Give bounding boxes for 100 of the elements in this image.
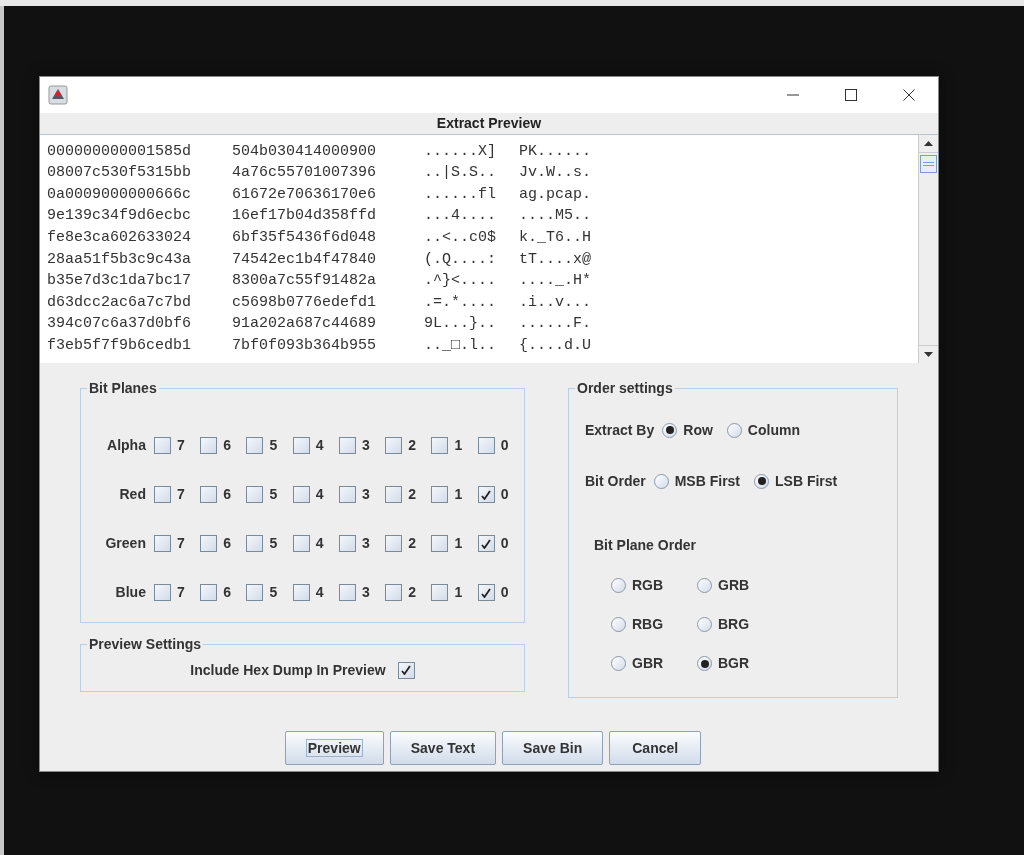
radio-label: RGB <box>632 576 664 595</box>
radio-button[interactable] <box>726 422 742 438</box>
radio-label: MSB First <box>674 471 741 491</box>
bit-label: 3 <box>361 583 370 602</box>
checkbox[interactable] <box>153 535 171 552</box>
checkbox[interactable] <box>431 437 449 454</box>
bit-label: 3 <box>361 534 370 553</box>
dialog-button[interactable]: Preview <box>284 731 384 765</box>
checkbox[interactable] <box>246 486 264 503</box>
checkbox[interactable] <box>338 486 356 503</box>
up-triangle-icon <box>924 141 933 146</box>
checkbox[interactable] <box>477 486 495 503</box>
bit-label: 4 <box>315 485 324 504</box>
ascii-text: ...4.... <box>424 206 497 227</box>
setting-label: Extract By <box>585 420 655 440</box>
checkbox[interactable] <box>385 486 403 503</box>
bit-label: 1 <box>454 534 463 553</box>
radio-label: RBG <box>632 615 664 634</box>
checkbox[interactable] <box>200 437 218 454</box>
radio-button[interactable] <box>697 656 712 671</box>
checkbox[interactable] <box>246 437 264 454</box>
ascii-text: (.Q....: <box>424 249 497 270</box>
checkbox[interactable] <box>338 535 356 552</box>
bit-label: 7 <box>176 485 185 504</box>
radio-button[interactable] <box>611 656 626 671</box>
channel-label: Green <box>104 534 147 553</box>
radio-button[interactable] <box>697 578 712 593</box>
hex-text: b35e7d3c1da7bc17 <box>47 271 193 292</box>
checkbox[interactable] <box>385 584 403 601</box>
checkbox[interactable] <box>200 486 218 503</box>
checkbox[interactable] <box>477 535 495 552</box>
ascii-text: PK...... <box>519 141 591 162</box>
radio-button[interactable] <box>697 617 712 632</box>
checkbox[interactable] <box>431 584 449 601</box>
scroll-thumb[interactable] <box>920 155 937 173</box>
ascii-text: .^}<.... <box>424 271 497 292</box>
checkbox[interactable] <box>431 486 449 503</box>
checkbox[interactable] <box>246 535 264 552</box>
checkbox[interactable] <box>397 661 415 679</box>
radio-button[interactable] <box>662 422 678 438</box>
app-icon <box>48 85 68 105</box>
ascii-text: .i..v... <box>519 292 591 313</box>
bit-label: 2 <box>408 485 416 504</box>
ascii-text: ......X] <box>424 141 497 162</box>
channel-label: Red <box>118 485 147 504</box>
radio-button[interactable] <box>611 617 626 632</box>
bit-label: 2 <box>408 583 416 602</box>
setting-label: Bit Plane Order <box>594 537 696 553</box>
hex-text: 9e139c34f9d6ecbc <box>47 206 193 227</box>
checkbox[interactable] <box>292 535 310 552</box>
bit-label: 6 <box>223 485 231 504</box>
checkbox[interactable] <box>153 437 171 454</box>
checkbox[interactable] <box>292 584 310 601</box>
bit-label: 7 <box>176 436 185 455</box>
bit-label: 2 <box>408 534 416 553</box>
check-icon <box>481 587 492 598</box>
checkbox[interactable] <box>338 437 356 454</box>
dialog-button[interactable]: Save Text <box>389 731 497 765</box>
dialog-heading: Extract Preview <box>436 114 542 133</box>
ascii-text: .._□.l.. <box>424 335 497 356</box>
radio-button[interactable] <box>611 578 626 593</box>
bit-label: 7 <box>176 534 185 553</box>
bit-label: 0 <box>500 485 509 504</box>
checkbox[interactable] <box>477 584 495 601</box>
checkbox[interactable] <box>153 486 171 503</box>
checkbox[interactable] <box>292 437 310 454</box>
checkbox[interactable] <box>246 584 264 601</box>
bit-label: 0 <box>500 534 509 553</box>
hex-text: 74542ec1b4f47840 <box>232 249 378 270</box>
checkbox[interactable] <box>338 584 356 601</box>
ascii-text: ag.pcap. <box>519 184 591 205</box>
checkbox[interactable] <box>431 535 449 552</box>
hex-text: f3eb5f7f9b6cedb1 <box>47 335 193 356</box>
hex-text: c5698b0776edefd1 <box>232 292 378 313</box>
ascii-text: {....d.U <box>519 335 591 356</box>
checkbox[interactable] <box>292 486 310 503</box>
radio-label: Column <box>747 420 800 440</box>
radio-label: GRB <box>718 576 750 595</box>
bit-label: 1 <box>454 583 463 602</box>
checkbox[interactable] <box>153 584 171 601</box>
radio-button[interactable] <box>754 473 770 489</box>
hex-text: 394c07c6a37d0bf6 <box>47 314 193 335</box>
radio-label: BGR <box>718 654 750 673</box>
radio-button[interactable] <box>653 473 669 489</box>
bit-label: 5 <box>269 485 278 504</box>
dialog-button[interactable]: Save Bin <box>502 731 604 765</box>
hex-text: 7bf0f093b364b955 <box>232 335 378 356</box>
checkbox[interactable] <box>200 584 218 601</box>
group-title: Preview Settings <box>87 635 204 653</box>
close-icon <box>903 89 915 101</box>
dialog-button[interactable]: Cancel <box>609 731 702 765</box>
bit-label: 5 <box>269 534 278 553</box>
channel-label: Blue <box>114 583 147 602</box>
setting-label: Bit Order <box>585 471 646 491</box>
checkbox[interactable] <box>385 535 403 552</box>
minimize-icon <box>787 94 799 96</box>
checkbox[interactable] <box>200 535 218 552</box>
down-triangle-icon <box>924 352 933 357</box>
checkbox[interactable] <box>477 437 495 454</box>
checkbox[interactable] <box>385 437 403 454</box>
